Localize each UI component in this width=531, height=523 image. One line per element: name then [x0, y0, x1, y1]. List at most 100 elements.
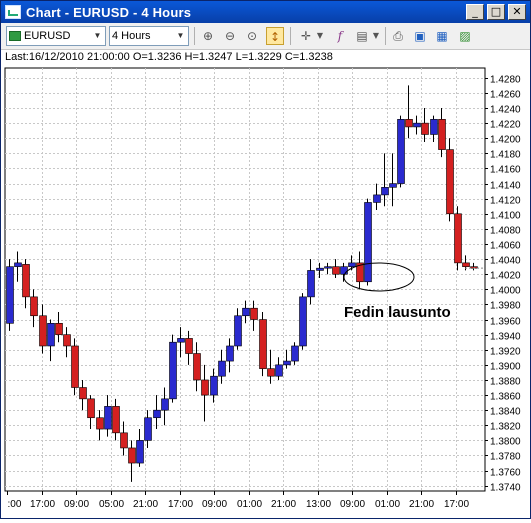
print-icon[interactable]: ⎙: [389, 27, 407, 45]
x-tick-label: 13:00: [306, 499, 331, 510]
candle-body: [332, 266, 340, 275]
chart-area[interactable]: 1.4280 1.4260 1.4240 1.4220 1.4200 1.4180 1.41…: [1, 64, 530, 518]
function-icon[interactable]: f: [331, 27, 349, 45]
candle-body: [234, 315, 242, 347]
timeframe-select[interactable]: 4 Hours ▼: [109, 26, 189, 46]
candle-body: [112, 406, 120, 434]
chevron-down-icon[interactable]: ▼: [92, 30, 103, 42]
candle-body: [120, 432, 128, 449]
y-tick-label: 1.4120: [490, 196, 521, 207]
candle-body: [226, 345, 234, 362]
candle-body: [413, 122, 421, 128]
candle-body: [307, 270, 315, 298]
candle-body: [340, 266, 348, 275]
candle-body: [454, 213, 462, 264]
candle-body: [79, 387, 87, 400]
save-icon[interactable]: ▣: [411, 27, 429, 45]
x-tick-label: 17:00: [168, 499, 193, 510]
chart-toolbar: EURUSD ▼ 4 Hours ▼ ⊕ ⊖ ⊙ ↕ ✛ ▼ f ▤ ▼ ⎙ ▣…: [1, 23, 530, 50]
candle-body: [6, 266, 14, 324]
properties-icon[interactable]: ▦: [433, 27, 451, 45]
title-bar[interactable]: Chart - EURUSD - 4 Hours _ □ ✕: [1, 1, 530, 23]
x-tick-label: 09:00: [64, 499, 89, 510]
export-icon[interactable]: ▨: [456, 27, 474, 45]
y-tick-label: 1.4160: [490, 165, 521, 176]
candle-body: [421, 122, 429, 135]
x-tick-label: 09:00: [340, 499, 365, 510]
timeframe-value: 4 Hours: [112, 30, 151, 42]
toolbar-separator: [290, 27, 291, 45]
y-tick-label: 1.3760: [490, 468, 521, 479]
y-tick-label: 1.4200: [490, 135, 521, 146]
annotation-text: Fedin lausunto: [344, 304, 451, 321]
candle-body: [348, 262, 356, 267]
candle-body: [144, 417, 152, 441]
x-tick-label: 21:00: [409, 499, 434, 510]
candle-body: [218, 360, 226, 377]
chart-window: Chart - EURUSD - 4 Hours _ □ ✕ EURUSD ▼ …: [0, 0, 531, 519]
candle-body: [47, 323, 55, 347]
candle-body: [446, 149, 454, 215]
candle-body: [364, 202, 372, 283]
candle-body: [169, 341, 177, 400]
x-tick-label: 05:00: [99, 499, 124, 510]
zoom-out-icon[interactable]: ⊖: [221, 27, 239, 45]
candle-body: [438, 119, 446, 150]
candle-body: [128, 447, 136, 464]
y-tick-label: 1.3940: [490, 332, 521, 343]
candle-body: [201, 379, 209, 396]
y-tick-label: 1.3960: [490, 317, 521, 328]
zoom-in-icon[interactable]: ⊕: [199, 27, 217, 45]
y-tick-label: 1.3740: [490, 483, 521, 494]
candle-body: [259, 319, 267, 369]
minimize-button[interactable]: _: [466, 4, 484, 20]
candle-body: [267, 368, 275, 377]
candle-body: [210, 375, 218, 396]
template-icon[interactable]: ▤: [353, 27, 371, 45]
candle-body: [389, 183, 397, 188]
y-tick-label: 1.3980: [490, 301, 521, 312]
y-tick-label: 1.4020: [490, 271, 521, 282]
candlestick-chart[interactable]: 1.4280 1.4260 1.4240 1.4220 1.4200 1.4180 1.41…: [1, 64, 530, 518]
symbol-select[interactable]: EURUSD ▼: [6, 26, 106, 46]
candle-body: [136, 440, 144, 464]
close-button[interactable]: ✕: [508, 4, 526, 20]
x-tick-label: 21:00: [271, 499, 296, 510]
cursor-sync-icon[interactable]: ↕: [266, 27, 284, 45]
chevron-down-icon[interactable]: ▼: [315, 27, 325, 45]
y-tick-label: 1.3880: [490, 377, 521, 388]
candle-body: [63, 334, 71, 347]
candle-body: [405, 119, 413, 128]
y-tick-label: 1.4180: [490, 150, 521, 161]
y-tick-label: 1.4280: [490, 75, 521, 86]
y-tick-label: 1.3800: [490, 437, 521, 448]
symbol-value: EURUSD: [24, 30, 71, 42]
chevron-down-icon[interactable]: ▼: [175, 30, 186, 42]
y-tick-label: 1.3780: [490, 452, 521, 463]
y-tick-label: 1.4260: [490, 90, 521, 101]
chevron-down-icon[interactable]: ▼: [371, 27, 381, 45]
candle-body: [430, 119, 438, 135]
window-title: Chart - EURUSD - 4 Hours: [26, 4, 192, 20]
zoom-reset-icon[interactable]: ⊙: [243, 27, 261, 45]
y-tick-label: 1.4220: [490, 120, 521, 131]
y-tick-label: 1.4240: [490, 105, 521, 116]
candle-body: [324, 266, 332, 269]
crosshair-icon[interactable]: ✛: [297, 27, 315, 45]
toolbar-separator: [194, 27, 195, 45]
x-tick-label: 21:00: [133, 499, 158, 510]
chart-app-icon: [5, 5, 21, 19]
candle-body: [381, 187, 389, 196]
candle-body: [397, 119, 405, 184]
info-bar: Last:16/12/2010 21:00:00 O=1.3236 H=1.32…: [1, 50, 530, 64]
candle-body: [316, 267, 324, 271]
y-tick-label: 1.3860: [490, 392, 521, 403]
maximize-button[interactable]: □: [487, 4, 505, 20]
y-tick-label: 1.3900: [490, 362, 521, 373]
candle-body: [373, 194, 381, 203]
y-tick-label: 1.4040: [490, 256, 521, 267]
x-tick-label: 01:00: [237, 499, 262, 510]
candle-body: [185, 338, 193, 354]
candle-body: [291, 345, 299, 362]
candle-body: [30, 296, 38, 317]
